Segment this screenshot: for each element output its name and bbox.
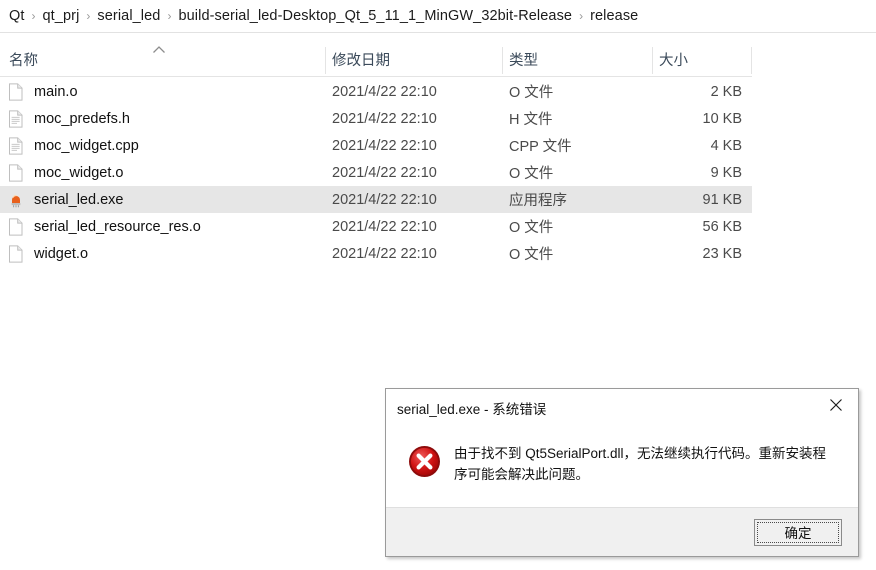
dialog-footer: 确定 (386, 507, 858, 556)
column-header-date[interactable]: 修改日期 (332, 42, 390, 77)
file-name-cell[interactable]: serial_led_resource_res.o (8, 217, 201, 236)
table-row[interactable]: main.o 2021/4/22 22:10 O 文件 2 KB (0, 78, 752, 105)
file-name-cell[interactable]: moc_widget.o (8, 163, 124, 182)
table-row[interactable]: serial_led_resource_res.o 2021/4/22 22:10… (0, 213, 752, 240)
column-divider[interactable] (502, 47, 503, 74)
table-row[interactable]: moc_widget.o 2021/4/22 22:10 O 文件 9 KB (0, 159, 752, 186)
blank-file-icon (8, 163, 24, 182)
file-date-cell: 2021/4/22 22:10 (332, 218, 437, 235)
file-type-cell: O 文件 (509, 247, 554, 263)
breadcrumb-item[interactable]: qt_prj (43, 8, 80, 24)
file-name-label: main.o (34, 83, 78, 100)
dialog-titlebar: serial_led.exe - 系统错误 (386, 389, 858, 421)
close-icon[interactable] (813, 389, 858, 420)
system-error-dialog: serial_led.exe - 系统错误 由于找不到 Qt5SerialPor… (385, 388, 859, 557)
file-size-cell: 56 KB (702, 218, 743, 235)
sort-ascending-icon[interactable] (152, 41, 166, 53)
breadcrumb-item[interactable]: serial_led (97, 8, 160, 24)
file-date-cell: 2021/4/22 22:10 (332, 83, 437, 100)
column-header-name[interactable]: 名称 (9, 42, 38, 77)
file-type-cell: 应用程序 (509, 193, 567, 209)
file-type-cell: CPP 文件 (509, 139, 572, 155)
column-divider[interactable] (652, 47, 653, 74)
column-divider[interactable] (751, 47, 752, 74)
blank-file-icon (8, 217, 24, 236)
led-app-icon (8, 191, 24, 209)
breadcrumb-item[interactable]: Qt (9, 8, 25, 24)
table-row[interactable]: moc_widget.cpp 2021/4/22 22:10 CPP 文件 4 KB (0, 132, 752, 159)
file-date-cell: 2021/4/22 22:10 (332, 137, 437, 154)
dialog-body: 由于找不到 Qt5SerialPort.dll，无法继续执行代码。重新安装程序可… (386, 421, 858, 507)
file-list[interactable]: main.o 2021/4/22 22:10 O 文件 2 KB moc_predefs… (0, 78, 752, 267)
file-name-cell[interactable]: serial_led.exe (8, 191, 123, 209)
breadcrumb-separator: › (167, 9, 172, 23)
breadcrumb-item[interactable]: build-serial_led-Desktop_Qt_5_11_1_MinGW… (178, 8, 572, 24)
file-size-cell: 9 KB (710, 164, 742, 181)
file-name-cell[interactable]: main.o (8, 82, 78, 101)
file-name-label: widget.o (34, 245, 89, 262)
file-name-cell[interactable]: moc_predefs.h (8, 109, 130, 128)
file-date-cell: 2021/4/22 22:10 (332, 164, 437, 181)
dialog-message: 由于找不到 Qt5SerialPort.dll，无法继续执行代码。重新安装程序可… (454, 446, 827, 482)
file-type-cell: O 文件 (509, 166, 554, 182)
file-name-label: moc_predefs.h (34, 110, 130, 127)
table-row[interactable]: serial_led.exe 2021/4/22 22:10 应用程序 91 KB (0, 186, 752, 213)
file-name-label: moc_widget.cpp (34, 137, 139, 154)
file-date-cell: 2021/4/22 22:10 (332, 191, 437, 208)
column-divider[interactable] (325, 47, 326, 74)
file-name-label: serial_led_resource_res.o (34, 218, 201, 235)
breadcrumb[interactable]: Qt › qt_prj › serial_led › build-serial_led-De… (0, 0, 876, 33)
file-date-cell: 2021/4/22 22:10 (332, 245, 437, 262)
file-date-cell: 2021/4/22 22:10 (332, 110, 437, 127)
ok-button[interactable]: 确定 (754, 518, 842, 546)
file-table-header: 名称 修改日期 类型 大小 (0, 42, 752, 77)
column-header-size[interactable]: 大小 (659, 42, 688, 77)
file-type-cell: O 文件 (509, 220, 554, 236)
file-name-cell[interactable]: widget.o (8, 244, 89, 263)
breadcrumb-separator: › (579, 9, 584, 23)
blank-file-icon (8, 82, 24, 101)
breadcrumb-item[interactable]: release (590, 8, 638, 24)
text-file-icon (8, 136, 24, 155)
file-size-cell: 2 KB (710, 83, 742, 100)
column-header-type[interactable]: 类型 (509, 42, 538, 77)
breadcrumb-separator: › (31, 9, 36, 23)
file-type-cell: O 文件 (509, 85, 554, 101)
dialog-title: serial_led.exe - 系统错误 (397, 402, 547, 417)
error-circle-icon (408, 445, 441, 478)
file-size-cell: 10 KB (702, 110, 743, 127)
file-name-cell[interactable]: moc_widget.cpp (8, 136, 139, 155)
blank-file-icon (8, 244, 24, 263)
file-size-cell: 91 KB (702, 191, 743, 208)
table-row[interactable]: widget.o 2021/4/22 22:10 O 文件 23 KB (0, 240, 752, 267)
file-size-cell: 23 KB (702, 245, 743, 262)
file-name-label: serial_led.exe (34, 191, 124, 208)
file-size-cell: 4 KB (710, 137, 742, 154)
file-type-cell: H 文件 (509, 112, 553, 128)
table-row[interactable]: moc_predefs.h 2021/4/22 22:10 H 文件 10 KB (0, 105, 752, 132)
breadcrumb-separator: › (86, 9, 91, 23)
ok-button-label: 确定 (784, 526, 812, 541)
text-file-icon (8, 109, 24, 128)
file-name-label: moc_widget.o (34, 164, 124, 181)
